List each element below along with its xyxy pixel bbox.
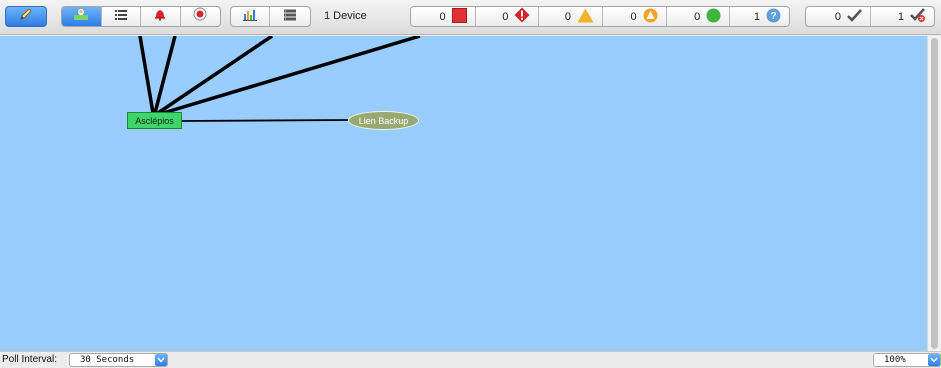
warning-triangle-icon [577,8,594,26]
device-count: 1 Device [324,10,367,22]
network-map[interactable] [0,36,927,351]
status-bar: Poll Interval: 30 Seconds 100% [0,351,941,368]
status-minor[interactable]: 0 [603,7,667,26]
status-down[interactable]: 0 [411,7,476,26]
poll-interval-value: 30 Seconds [80,355,135,365]
chevron-down-icon [928,354,940,366]
zoom-value: 100% [884,355,906,365]
node-asclepios[interactable]: Asclépios [127,112,182,129]
status-counters: 0 0 0 0 0 1 ? [410,6,790,27]
status-up-count: 0 [694,10,701,23]
toolbar: 1 Device 0 0 0 0 0 1 ? 0 1 [0,0,941,35]
down-square-icon [451,7,467,26]
acknowledged-count: 0 [834,10,841,23]
unknown-circle-icon: ? [766,8,781,26]
vertical-scrollbar[interactable] [927,36,941,351]
up-circle-icon [706,8,721,26]
minor-circle-icon [643,8,658,26]
critical-diamond-icon [514,7,530,26]
link-line-backup [181,119,351,122]
chart-icon [242,8,258,26]
status-critical-count: 0 [502,10,509,23]
view-tabs [61,6,221,27]
tab-charts[interactable] [231,7,271,26]
report-tabs [230,6,311,27]
zoom-select[interactable]: 100% [873,353,941,367]
poll-interval-label: Poll Interval: [2,354,58,365]
list-view-icon [114,8,128,26]
status-down-count: 0 [439,10,446,23]
pencil-icon [19,7,33,26]
acknowledged-counter[interactable]: 0 [806,7,871,26]
acknowledged-check-icon [847,8,862,25]
status-up[interactable]: 0 [667,7,731,26]
ack-counters: 0 1 [805,6,935,27]
unacknowledged-count: 1 [897,10,904,23]
status-minor-count: 0 [630,10,637,23]
node-lien-backup[interactable]: Lien Backup [348,111,419,130]
status-critical[interactable]: 0 [476,7,540,26]
chevron-down-icon [155,354,167,366]
node-asclepios-label: Asclépios [135,115,174,126]
unacknowledged-counter[interactable]: 1 [871,7,934,26]
svg-text:?: ? [770,11,776,22]
tab-notifications[interactable] [141,7,181,26]
unacknowledged-check-icon [910,7,926,26]
map-links [138,36,421,122]
bell-icon [153,7,167,26]
poll-interval-select[interactable]: 30 Seconds [69,353,168,367]
edit-button[interactable] [5,6,47,27]
map-view-icon [73,7,89,26]
tab-list-view[interactable] [102,7,141,26]
scrollbar-thumb[interactable] [931,38,938,349]
tab-alarms[interactable] [181,7,220,26]
link-line [157,36,273,115]
server-list-icon [283,8,297,26]
status-warning[interactable]: 0 [539,7,603,26]
tab-server-list[interactable] [270,7,310,26]
status-unknown[interactable]: 1 ? [730,7,789,26]
status-unknown-count: 1 [753,10,760,23]
alarm-icon [193,7,207,26]
status-warning-count: 0 [564,10,571,23]
node-lien-backup-label: Lien Backup [358,115,409,126]
link-line [138,36,155,114]
link-line [159,36,421,116]
tab-map-view[interactable] [62,7,102,26]
